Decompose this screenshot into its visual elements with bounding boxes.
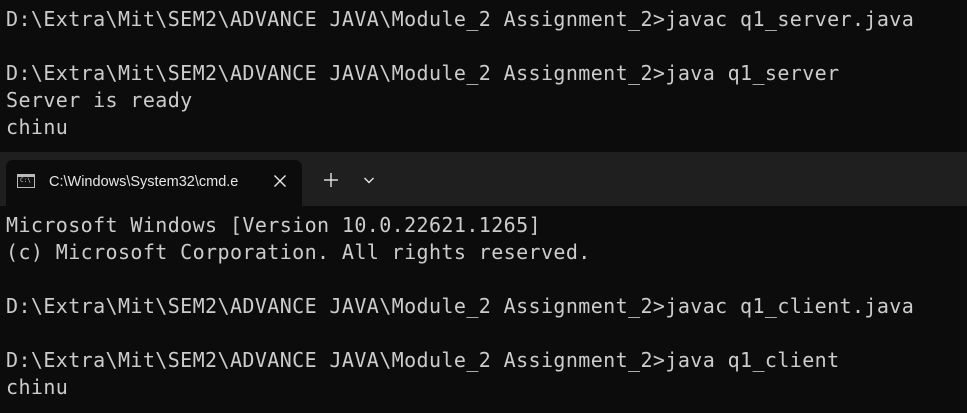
terminal-pane-server[interactable]: D:\Extra\Mit\SEM2\ADVANCE JAVA\Module_2 … xyxy=(0,0,967,152)
chevron-down-icon[interactable] xyxy=(357,167,381,193)
terminal-line: Microsoft Windows [Version 10.0.22621.12… xyxy=(6,213,541,237)
plus-icon[interactable] xyxy=(318,167,344,193)
terminal-line: Server is ready xyxy=(6,88,193,112)
close-icon[interactable] xyxy=(268,169,292,193)
tab-cmd[interactable]: C:\ C:\Windows\System32\cmd.e xyxy=(6,160,302,206)
terminal-line: chinu xyxy=(6,115,69,139)
terminal-line: D:\Extra\Mit\SEM2\ADVANCE JAVA\Module_2 … xyxy=(6,294,915,318)
terminal-pane-client[interactable]: Microsoft Windows [Version 10.0.22621.12… xyxy=(0,206,967,413)
terminal-line: D:\Extra\Mit\SEM2\ADVANCE JAVA\Module_2 … xyxy=(6,7,915,31)
terminal-line: D:\Extra\Mit\SEM2\ADVANCE JAVA\Module_2 … xyxy=(6,61,840,85)
cmd-icon: C:\ xyxy=(17,174,35,188)
terminal-line: (c) Microsoft Corporation. All rights re… xyxy=(6,240,591,264)
terminal-line: D:\Extra\Mit\SEM2\ADVANCE JAVA\Module_2 … xyxy=(6,348,840,372)
terminal-line: chinu xyxy=(6,375,69,399)
tab-title: C:\Windows\System32\cmd.e xyxy=(49,174,239,190)
tab-bar: C:\ C:\Windows\System32\cmd.e xyxy=(0,152,967,206)
